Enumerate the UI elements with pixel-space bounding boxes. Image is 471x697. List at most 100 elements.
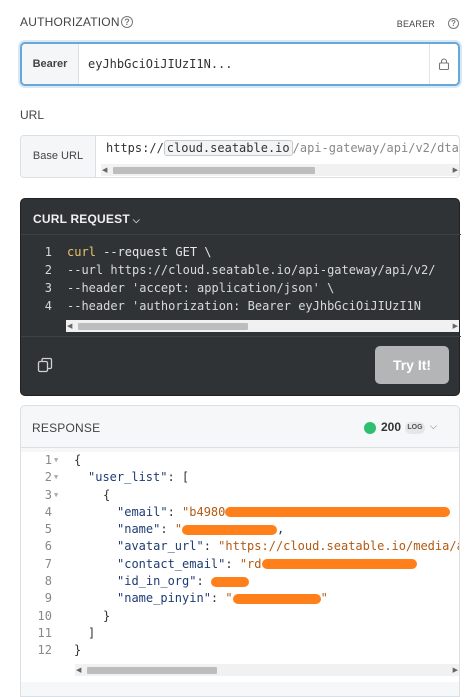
line-number: 11 [37,625,52,640]
response-panel: RESPONSE 200 LOG ⌵ 1 ▼ { 2 ▼ "user_list"… [20,405,460,697]
code-text: : [ [167,470,190,485]
copy-icon[interactable] [37,357,53,373]
authorization-title: AUTHORIZATION [20,15,120,29]
scroll-left-arrow-icon[interactable]: ◀ [67,322,72,330]
scrollbar-thumb[interactable] [87,667,217,674]
code-text: { [74,453,82,467]
line-number: 3 [44,487,52,502]
line-number: 6 [44,539,52,554]
code-text: } [103,608,111,623]
code-text: ] [88,625,96,640]
divider [21,336,461,337]
scrollbar-thumb[interactable] [113,167,315,174]
code-line: 8 "id_in_org": [21,573,459,590]
code-line: 10 } [21,608,459,625]
code-line: 1 curl --request GET \ [21,243,461,261]
bearer-token-field[interactable]: Bearer [20,42,460,86]
json-value: "https://cloud.seatable.io/media/a [218,539,460,554]
code-text: --header 'authorization: Bearer eyJhbGci… [67,299,422,313]
line-number: 1 [44,245,52,259]
status-indicator-icon [364,422,376,434]
scroll-right-arrow-icon[interactable]: ▶ [453,166,458,174]
curl-command: curl [67,245,96,259]
code-line: 9 "name_pinyin": " " [21,590,459,607]
fold-icon[interactable]: ▼ [54,469,58,486]
json-key: "name_pinyin" [117,591,211,606]
fold-icon[interactable]: ▼ [54,487,58,504]
status-code[interactable]: 200 [381,420,401,434]
scroll-right-arrow-icon[interactable]: ▶ [453,666,458,674]
line-number: 12 [37,643,52,658]
url-path: /api-gateway/api/v2/dtable [292,141,459,155]
code-text: } [74,643,82,658]
help-icon[interactable]: ? [121,16,133,28]
json-key: "name" [117,522,161,537]
redacted-value [232,593,321,604]
code-line: 12 } [21,642,459,659]
code-line: 1 ▼ { [21,452,459,469]
token-divider [429,44,430,84]
line-number: 8 [44,574,52,589]
json-key: "email" [117,504,168,519]
line-number: 7 [44,556,52,571]
line-number: 4 [44,504,52,519]
json-key: "avatar_url" [117,539,204,554]
curl-code-block[interactable]: 1 curl --request GET \ 2 --url https://c… [21,243,461,315]
code-text: --request GET \ [95,245,212,259]
json-key: "id_in_org" [117,574,197,589]
code-text: { [103,487,111,502]
line-number: 9 [44,591,52,606]
code-line: 2 --url https://cloud.seatable.io/api-ga… [21,261,461,279]
fold-icon[interactable]: ▼ [54,452,58,469]
response-code-block[interactable]: 1 ▼ { 2 ▼ "user_list": [ 3 ▼ { 4 "email"… [21,452,460,682]
auth-scheme-help-icon[interactable]: ? [448,18,459,29]
line-number: 1 [44,453,52,467]
code-text: --url https://cloud.seatable.io/api-gate… [67,263,436,277]
chevron-down-icon: ⌵ [132,215,140,225]
curl-request-toggle[interactable]: CURL REQUEST ⌵ [33,212,140,226]
log-badge[interactable]: LOG [405,422,425,434]
line-number: 2 [44,470,52,485]
chevron-down-icon[interactable]: ⌵ [430,421,437,432]
divider [21,447,459,448]
lock-icon[interactable] [438,58,450,70]
scrollbar-thumb[interactable] [78,323,248,330]
json-value: "b4980 [182,504,226,519]
try-it-button[interactable]: Try It! [375,346,449,384]
redacted-value [182,524,278,535]
json-key: "contact_email" [117,556,226,571]
json-value: "rd [239,556,262,571]
response-horizontal-scrollbar[interactable]: ◀ ▶ [75,664,459,676]
divider [21,234,461,235]
base-url-label: Base URL [21,136,96,177]
auth-scheme-label: BEARER [396,19,435,29]
code-line: 11 ] [21,625,459,642]
code-line: 6 "avatar_url": "https://cloud.seatable.… [21,538,460,555]
token-prefix-label: Bearer [22,44,79,84]
authorization-header: AUTHORIZATION ? BEARER ? [20,14,459,32]
base-url-field[interactable]: Base URL https://cloud.seatable.io/api-g… [20,135,460,178]
redacted-value [210,576,249,587]
code-line: 7 "contact_email": "rd [21,556,459,573]
base-url-value[interactable]: https://cloud.seatable.io/api-gateway/ap… [106,140,459,156]
scroll-left-arrow-icon[interactable]: ◀ [76,666,81,674]
url-host-variable[interactable]: cloud.seatable.io [163,140,293,156]
bearer-token-input[interactable] [88,44,418,84]
code-line: 3 --header 'accept: application/json' \ [21,279,461,297]
line-number: 2 [44,263,52,277]
line-number: 3 [44,281,52,295]
code-text: --header 'accept: application/json' \ [67,281,335,295]
url-section-title: URL [20,108,45,122]
redacted-value [261,559,417,570]
line-number: 5 [44,522,52,537]
curl-request-title: CURL REQUEST [33,212,130,226]
line-number: 4 [44,299,52,313]
url-scheme: https:// [106,141,164,155]
line-number: 10 [37,608,52,623]
curl-horizontal-scrollbar[interactable]: ◀ ▶ [66,320,459,332]
scroll-left-arrow-icon[interactable]: ◀ [102,166,107,174]
code-line: 3 ▼ { [21,487,459,504]
url-horizontal-scrollbar[interactable]: ◀ ▶ [101,164,459,176]
scroll-right-arrow-icon[interactable]: ▶ [453,322,458,330]
json-value: " [225,591,233,606]
